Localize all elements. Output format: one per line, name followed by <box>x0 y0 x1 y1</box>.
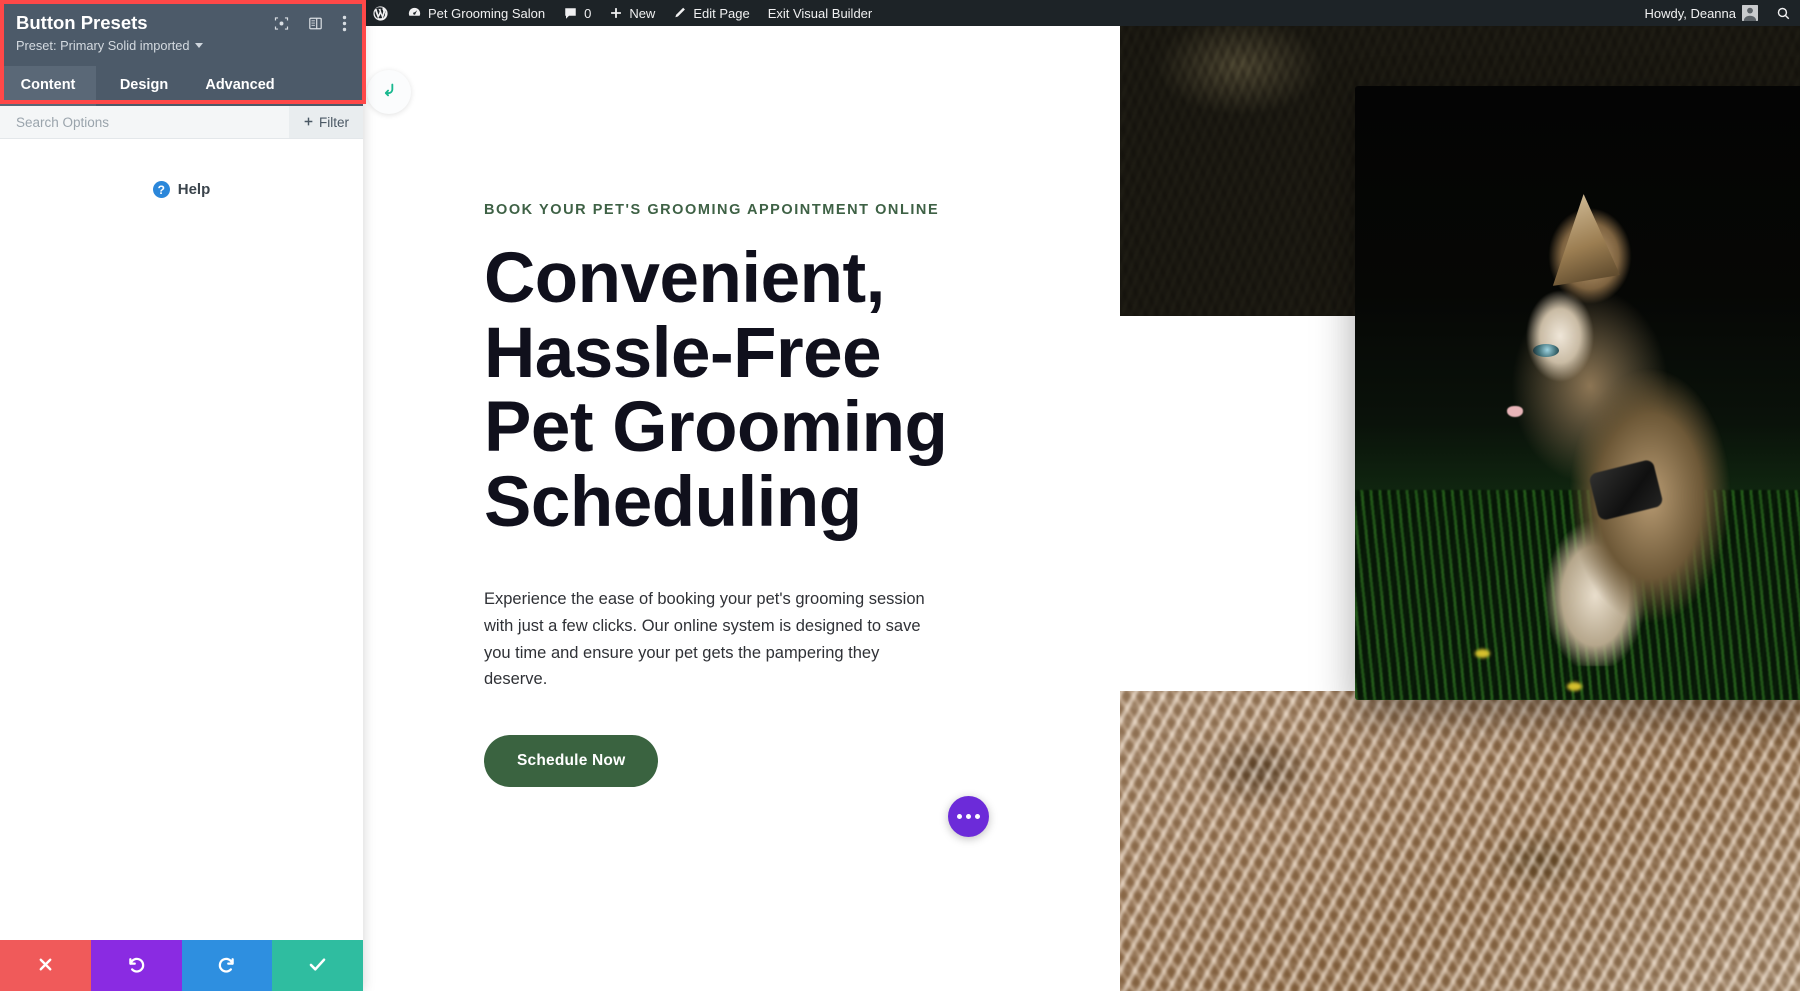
plus-icon <box>303 115 314 130</box>
page-canvas: BOOK YOUR PET'S GROOMING APPOINTMENT ONL… <box>363 26 1800 991</box>
wordpress-logo-button[interactable] <box>363 0 398 26</box>
new-label: New <box>629 6 655 21</box>
panel-header-row: Button Presets <box>16 13 347 33</box>
undo-button[interactable] <box>91 940 182 991</box>
undo-icon <box>126 954 147 978</box>
panel-layout-icon[interactable] <box>308 16 323 31</box>
help-label: Help <box>178 181 211 198</box>
pencil-icon <box>673 6 687 20</box>
divi-settings-panel: Button Presets <box>0 0 363 991</box>
site-name-label: Pet Grooming Salon <box>428 6 545 21</box>
hero-eyebrow: BOOK YOUR PET'S GROOMING APPOINTMENT ONL… <box>484 202 1123 218</box>
preset-label: Preset: Primary Solid imported <box>16 38 190 53</box>
hero-section: BOOK YOUR PET'S GROOMING APPOINTMENT ONL… <box>363 26 1800 991</box>
site-name-button[interactable]: Pet Grooming Salon <box>398 0 554 26</box>
account-menu-button[interactable]: Howdy, Deanna <box>1635 0 1767 26</box>
filter-button[interactable]: Filter <box>289 106 363 138</box>
plus-icon <box>609 6 623 20</box>
help-button[interactable]: ? Help <box>153 181 211 198</box>
edit-page-label: Edit Page <box>693 6 749 21</box>
panel-title: Button Presets <box>16 13 274 33</box>
hero-paragraph: Experience the ease of booking your pet'… <box>484 586 946 693</box>
more-dots-icon <box>966 814 971 819</box>
return-arrow-icon <box>381 81 398 103</box>
help-icon: ? <box>153 181 170 198</box>
filter-label: Filter <box>319 115 349 130</box>
more-dots-icon <box>975 814 980 819</box>
wordpress-logo-icon <box>372 5 389 22</box>
edit-page-button[interactable]: Edit Page <box>664 0 758 26</box>
more-options-icon[interactable] <box>342 15 347 32</box>
panel-header-icons <box>274 13 347 32</box>
search-row: Filter <box>0 106 363 139</box>
panel-body: ? Help <box>0 139 363 940</box>
page-title: Convenient, Hassle-Free Pet Grooming Sch… <box>484 242 954 540</box>
close-icon <box>36 955 55 977</box>
wordpress-admin-bar: Pet Grooming Salon 0 New <box>363 0 1800 26</box>
dashboard-icon <box>407 6 422 21</box>
save-button[interactable] <box>272 940 363 991</box>
panel-tab-bar: Content Design Advanced <box>0 66 363 106</box>
redo-button[interactable] <box>182 940 273 991</box>
comments-count: 0 <box>584 6 591 21</box>
search-icon <box>1776 6 1791 21</box>
howdy-label: Howdy, Deanna <box>1644 6 1736 21</box>
check-icon <box>307 954 328 978</box>
cancel-button[interactable] <box>0 940 91 991</box>
focus-module-icon[interactable] <box>274 16 289 31</box>
return-to-parent-button[interactable] <box>367 70 411 114</box>
exit-visual-builder-label: Exit Visual Builder <box>768 6 873 21</box>
panel-header: Button Presets <box>0 0 363 66</box>
new-content-button[interactable]: New <box>600 0 664 26</box>
schedule-now-button[interactable]: Schedule Now <box>484 735 658 787</box>
exit-visual-builder-button[interactable]: Exit Visual Builder <box>759 0 882 26</box>
comment-bubble-icon <box>563 6 578 21</box>
tab-advanced[interactable]: Advanced <box>192 66 288 106</box>
screen-root: Pet Grooming Salon 0 New <box>0 0 1800 991</box>
panel-footer <box>0 940 363 991</box>
search-input[interactable] <box>0 106 289 138</box>
avatar <box>1742 5 1758 21</box>
redo-icon <box>216 954 237 978</box>
tab-design[interactable]: Design <box>96 66 192 106</box>
chevron-down-icon <box>195 43 203 48</box>
comments-button[interactable]: 0 <box>554 0 600 26</box>
tab-content[interactable]: Content <box>0 66 96 106</box>
admin-search-button[interactable] <box>1767 0 1800 26</box>
hero-text-column: BOOK YOUR PET'S GROOMING APPOINTMENT ONL… <box>363 26 1123 991</box>
page-settings-more-button[interactable] <box>948 796 989 837</box>
preset-selector[interactable]: Preset: Primary Solid imported <box>16 38 347 66</box>
more-dots-icon <box>957 814 962 819</box>
